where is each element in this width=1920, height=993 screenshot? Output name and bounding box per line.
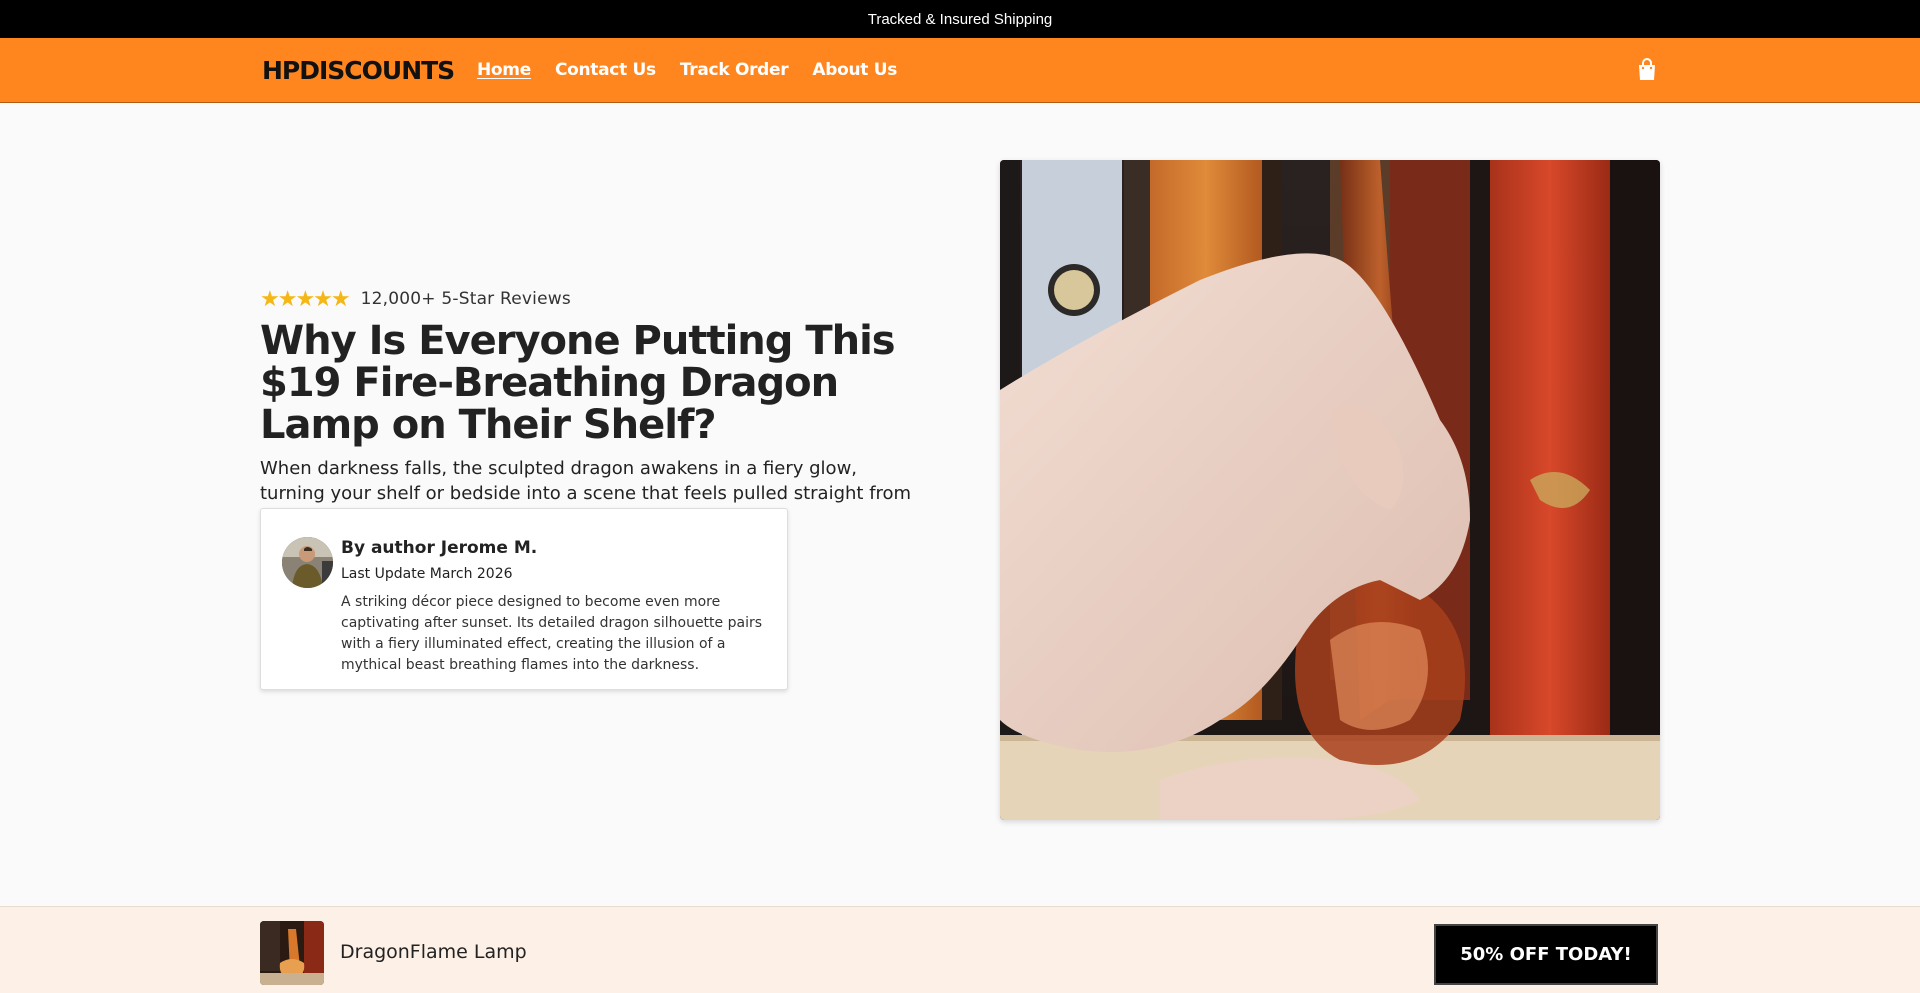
- site-logo[interactable]: HPDISCOUNTS: [262, 56, 455, 85]
- product-name: DragonFlame Lamp: [340, 941, 527, 963]
- nav-home[interactable]: Home: [477, 60, 531, 80]
- nav-contact-us[interactable]: Contact Us: [555, 60, 656, 80]
- sticky-purchase-bar: DragonFlame Lamp 50% OFF TODAY!: [0, 906, 1920, 993]
- author-description: A striking décor piece designed to becom…: [341, 594, 763, 673]
- site-header: HPDISCOUNTS Home Contact Us Track Order …: [0, 38, 1920, 103]
- product-hero-image: [1000, 160, 1660, 820]
- main-nav: Home Contact Us Track Order About Us: [477, 60, 921, 80]
- shopping-bag-icon[interactable]: [1636, 58, 1658, 82]
- nav-track-order[interactable]: Track Order: [680, 60, 789, 80]
- announcement-text: Tracked & Insured Shipping: [867, 10, 1053, 28]
- rating-row: ★★★★★ 12,000+ 5-Star Reviews: [260, 288, 920, 310]
- hero-content: ★★★★★ 12,000+ 5-Star Reviews Why Is Ever…: [260, 288, 920, 531]
- product-thumbnail: [260, 921, 324, 985]
- star-rating-icon: ★★★★★: [260, 286, 351, 311]
- discount-cta-button[interactable]: 50% OFF TODAY!: [1434, 924, 1658, 985]
- page-title: Why Is Everyone Putting This $19 Fire-Br…: [260, 318, 896, 448]
- author-name: By author Jerome M.: [341, 538, 538, 558]
- last-update: Last Update March 2026: [341, 566, 513, 582]
- author-card: By author Jerome M. Last Update March 20…: [260, 508, 788, 690]
- nav-about-us[interactable]: About Us: [812, 60, 897, 80]
- review-count: 12,000+ 5-Star Reviews: [360, 289, 571, 309]
- announcement-bar: Tracked & Insured Shipping: [0, 0, 1920, 38]
- author-avatar: [282, 537, 333, 588]
